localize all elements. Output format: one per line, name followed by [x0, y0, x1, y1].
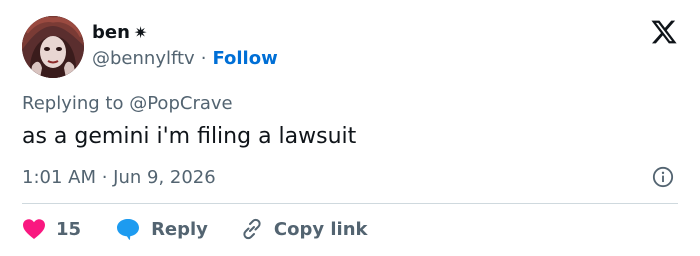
- reply-label: Reply: [151, 218, 208, 240]
- replying-to-handle[interactable]: @PopCrave: [129, 93, 232, 114]
- avatar-image: [22, 16, 84, 78]
- tweet-timestamp[interactable]: 1:01 AM · Jun 9, 2026: [22, 167, 216, 188]
- x-logo-icon[interactable]: [650, 18, 678, 46]
- replying-to-line: Replying to @PopCrave: [22, 93, 233, 114]
- tweet-text: as a gemini i'm filing a lawsuit: [22, 124, 357, 149]
- replying-to-prefix: Replying to: [22, 93, 124, 114]
- divider: [22, 203, 678, 204]
- author-handle-row: @bennylftv · Follow: [92, 48, 278, 69]
- author-display-name[interactable]: ben: [92, 22, 130, 43]
- name-badge-icon: ✷: [133, 22, 148, 42]
- author-handle[interactable]: @bennylftv: [92, 48, 195, 69]
- reply-button[interactable]: Reply: [115, 217, 208, 241]
- action-bar: 15 Reply Copy link: [22, 214, 368, 244]
- follow-button[interactable]: Follow: [212, 48, 277, 69]
- like-button[interactable]: 15: [22, 218, 81, 240]
- link-icon: [243, 218, 261, 240]
- like-count: 15: [56, 218, 82, 240]
- copy-link-button[interactable]: Copy link: [240, 217, 368, 241]
- avatar[interactable]: [22, 16, 84, 78]
- copy-link-label: Copy link: [273, 218, 368, 240]
- author-name-row: ben ✷: [92, 22, 147, 43]
- info-icon[interactable]: [652, 166, 674, 188]
- heart-icon: [23, 219, 45, 239]
- handle-separator: ·: [200, 48, 207, 69]
- speech-bubble-icon: [117, 219, 140, 240]
